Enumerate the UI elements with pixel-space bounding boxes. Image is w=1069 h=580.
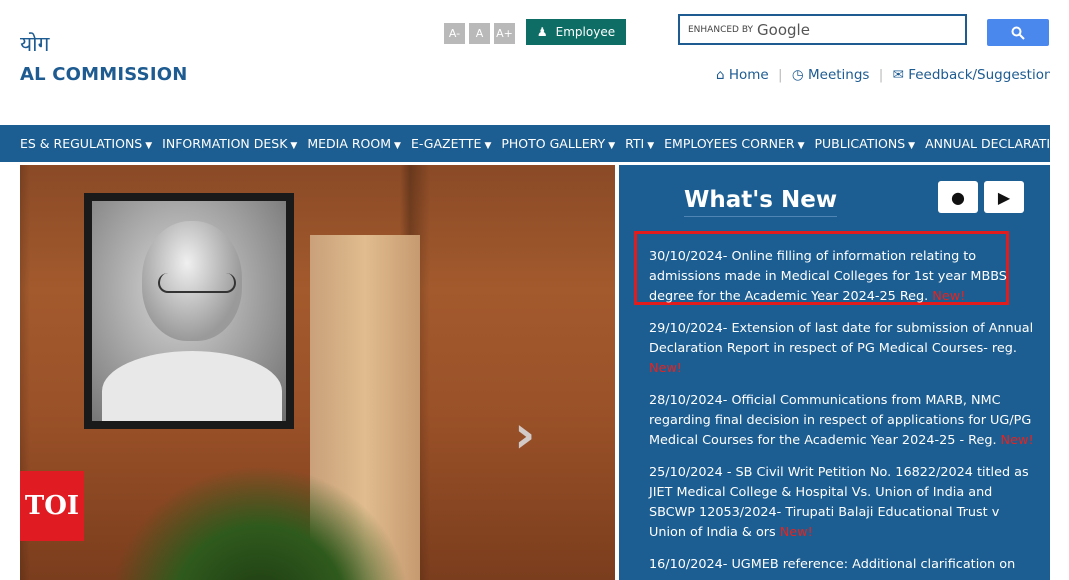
nav-label: RTI <box>625 136 645 151</box>
nav-item-annual-declaration[interactable]: ANNUAL DECLARATIO <box>925 136 1060 151</box>
portrait-body <box>102 351 282 421</box>
nav-item-information-desk[interactable]: INFORMATION DESK ▼ <box>162 136 297 151</box>
play-button[interactable]: ▶ <box>984 181 1024 213</box>
nav-label: PHOTO GALLERY <box>501 136 606 151</box>
search-icon <box>1011 26 1025 40</box>
chevron-right-icon[interactable]: › <box>514 405 535 465</box>
stop-icon: ● <box>951 187 965 207</box>
chevron-down-icon: ▼ <box>908 141 916 151</box>
divider: | <box>778 67 783 83</box>
image-slider: › <box>20 165 615 580</box>
top-links: ⌂ Home | ◷ Meetings | ✉ Feedback/Suggest… <box>716 67 1069 83</box>
nav-item-e-gazette[interactable]: E-GAZETTE ▼ <box>411 136 491 151</box>
clock-icon: ◷ <box>791 67 804 83</box>
news-item[interactable]: 30/10/2024- Online filling of informatio… <box>649 247 1034 307</box>
nav-item-media-room[interactable]: MEDIA ROOM ▼ <box>307 136 401 151</box>
nav-label: EMPLOYEES CORNER <box>664 136 795 151</box>
hindi-title: योग <box>20 32 50 56</box>
feedback-link[interactable]: Feedback/Suggestion <box>908 67 1052 83</box>
nav-item-rti[interactable]: RTI ▼ <box>625 136 654 151</box>
font-increase-button[interactable]: A+ <box>494 23 515 44</box>
search-prefix: ENHANCED BY <box>688 24 754 35</box>
whats-new-panel: What's New ● ▶ 30/10/2024- Online fillin… <box>619 165 1050 580</box>
font-decrease-button[interactable]: A- <box>444 23 465 44</box>
news-text: 16/10/2024- UGMEB reference: Additional … <box>649 557 1016 572</box>
nav-item-publications[interactable]: PUBLICATIONS ▼ <box>814 136 915 151</box>
employee-label: Employee <box>555 25 616 39</box>
news-text: 29/10/2024- Extension of last date for s… <box>649 321 1034 356</box>
nav-label: MEDIA ROOM <box>307 136 392 151</box>
font-size-controls: A- A A+ <box>444 23 515 44</box>
nav-item-employees-corner[interactable]: EMPLOYEES CORNER ▼ <box>664 136 804 151</box>
chevron-down-icon: ▼ <box>797 141 805 151</box>
plant-decoration <box>110 465 410 580</box>
nav-label: ES & REGULATIONS <box>20 136 143 151</box>
nav-item-photo-gallery[interactable]: PHOTO GALLERY ▼ <box>501 136 615 151</box>
portrait-photo <box>92 201 286 421</box>
chevron-down-icon: ▼ <box>484 141 492 151</box>
divider: | <box>878 67 884 83</box>
new-badge: New! <box>649 361 683 376</box>
news-text: 28/10/2024- Official Communications from… <box>649 393 1032 448</box>
news-item[interactable]: 28/10/2024- Official Communications from… <box>649 391 1034 451</box>
chevron-down-icon: ▼ <box>608 141 616 151</box>
new-badge: New! <box>1000 433 1034 448</box>
main-nav: ES & REGULATIONS ▼ INFORMATION DESK ▼ MEDI… <box>0 125 1069 162</box>
commission-title: AL COMMISSION <box>20 64 188 85</box>
employee-button[interactable]: ♟ Employee <box>526 19 626 45</box>
meetings-link[interactable]: Meetings <box>808 67 869 83</box>
nav-label: PUBLICATIONS <box>814 136 906 151</box>
news-item[interactable]: 16/10/2024- UGMEB reference: Additional … <box>649 555 1034 575</box>
search-button[interactable] <box>987 19 1049 46</box>
play-icon: ▶ <box>997 187 1011 207</box>
page-edge <box>1050 0 1069 580</box>
user-icon: ♟ <box>536 25 548 39</box>
search-brand: Google <box>757 20 810 39</box>
site-header: योग AL COMMISSION A- A A+ ♟ Employee ENH… <box>0 0 1069 124</box>
comment-icon: ✉ <box>892 67 904 83</box>
chevron-down-icon: ▼ <box>290 141 298 151</box>
whats-new-title: What's New <box>684 187 838 217</box>
toi-logo: TOI <box>20 471 84 541</box>
chevron-down-icon: ▼ <box>394 141 401 151</box>
news-text: 25/10/2024 - SB Civil Writ Petition No. … <box>649 465 1029 540</box>
new-badge: New! <box>932 289 966 304</box>
search-input[interactable]: ENHANCED BY Google <box>678 14 967 45</box>
chevron-down-icon: ▼ <box>145 141 153 151</box>
home-icon: ⌂ <box>716 67 725 83</box>
font-normal-button[interactable]: A <box>469 23 490 44</box>
news-list: 30/10/2024- Online filling of informatio… <box>649 247 1034 580</box>
nav-label: E-GAZETTE <box>410 136 482 151</box>
nav-label: INFORMATION DESK <box>162 136 288 151</box>
portrait-frame <box>84 193 294 429</box>
nav-item-regulations[interactable]: ES & REGULATIONS ▼ <box>20 136 152 151</box>
new-badge: New! <box>779 525 813 540</box>
news-item[interactable]: 25/10/2024 - SB Civil Writ Petition No. … <box>649 463 1034 543</box>
home-link[interactable]: Home <box>729 67 769 83</box>
nav-label: ANNUAL DECLARATIO <box>925 136 1060 151</box>
portrait-glasses <box>158 273 236 293</box>
pause-button[interactable]: ● <box>938 181 978 213</box>
chevron-down-icon: ▼ <box>647 141 655 151</box>
news-item[interactable]: 29/10/2024- Extension of last date for s… <box>649 319 1034 379</box>
